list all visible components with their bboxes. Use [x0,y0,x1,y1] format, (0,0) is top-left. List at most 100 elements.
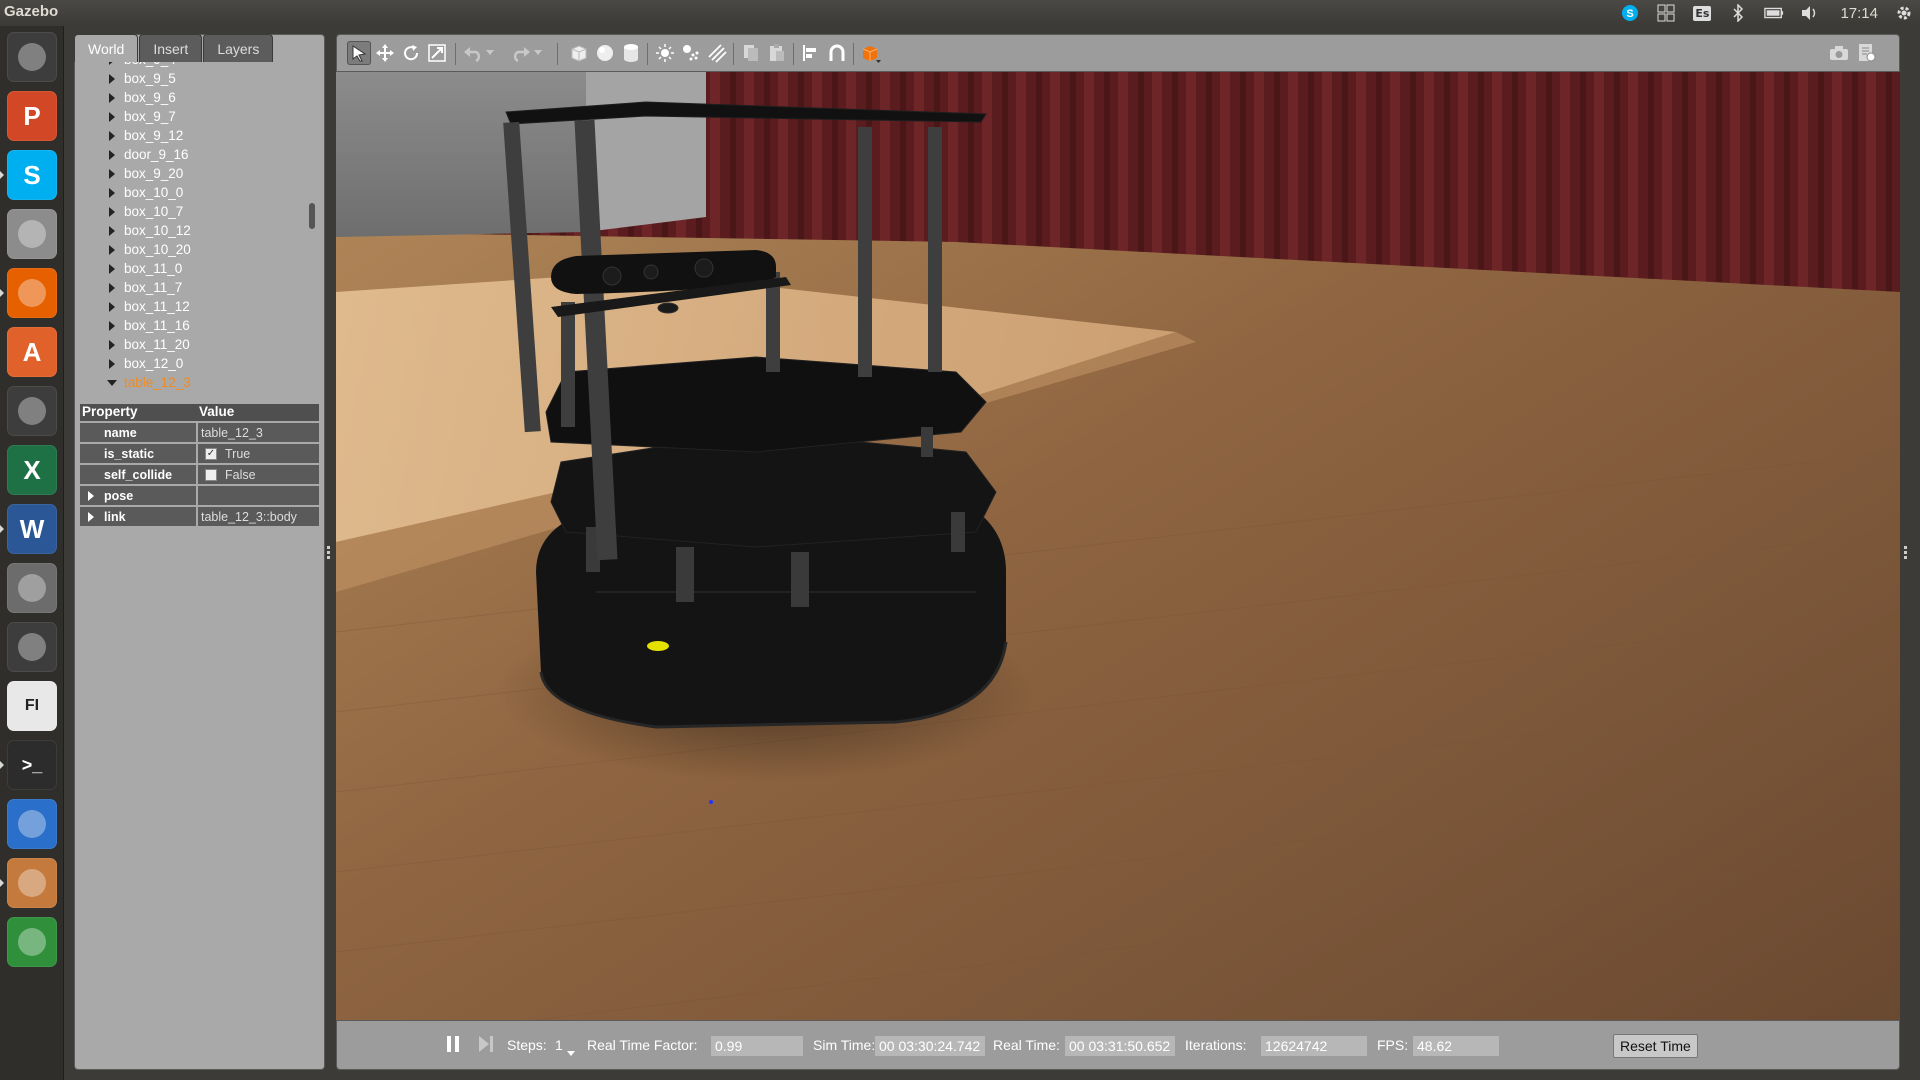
battery-icon[interactable] [1764,3,1784,23]
step-icon[interactable] [477,1034,495,1057]
cylinder-shape-icon[interactable] [619,41,643,65]
expand-arrow-open-icon[interactable] [107,379,117,386]
launcher-excel-icon[interactable]: X [7,445,57,495]
property-row-name[interactable]: name table_12_3 [80,423,319,442]
steps-value[interactable]: 1 [555,1037,563,1053]
tree-item-box-10-0[interactable]: box_10_0 [80,183,310,202]
translate-mode-icon[interactable] [373,41,397,65]
tree-item-box-11-12[interactable]: box_11_12 [80,297,310,316]
tab-world[interactable]: World [74,34,139,62]
right-splitter-handle[interactable] [1904,546,1908,560]
expand-arrow-icon[interactable] [109,339,115,350]
expand-arrow-icon[interactable] [109,206,115,217]
launcher-skype-icon[interactable]: S [7,150,57,200]
expand-arrow-icon[interactable] [109,92,115,103]
volume-icon[interactable] [1800,3,1820,23]
expand-arrow-icon[interactable] [109,62,115,65]
property-row-is-static[interactable]: is_static ✓ True [80,444,319,463]
rotate-mode-icon[interactable] [399,41,423,65]
log-data-icon[interactable] [1855,41,1879,65]
spot-light-icon[interactable] [679,41,703,65]
tree-item-box-10-12[interactable]: box_10_12 [80,221,310,240]
launcher-ubuntu-dash-icon[interactable] [7,32,57,82]
property-row-pose[interactable]: pose [80,486,319,505]
pause-icon[interactable] [445,1034,461,1057]
align-icon[interactable] [799,41,823,65]
expand-arrow-icon[interactable] [109,282,115,293]
tree-item-box-10-7[interactable]: box_10_7 [80,202,310,221]
tree-item-box-11-16[interactable]: box_11_16 [80,316,310,335]
clock[interactable]: 17:14 [1840,5,1878,22]
tree-item-box-11-0[interactable]: box_11_0 [80,259,310,278]
tree-item-door-9-16[interactable]: door_9_16 [80,145,310,164]
expand-arrow-icon[interactable] [109,358,115,369]
launcher-system-settings-icon[interactable] [7,563,57,613]
paste-icon[interactable] [765,41,789,65]
launcher-file-editor-icon[interactable]: FI [7,681,57,731]
tree-item-box-9-20[interactable]: box_9_20 [80,164,310,183]
tree-scrollbar[interactable] [309,203,315,229]
tree-item-box-10-20[interactable]: box_10_20 [80,240,310,259]
left-splitter-handle[interactable] [327,546,331,560]
undo-icon[interactable] [461,41,485,65]
tree-item-box-11-20[interactable]: box_11_20 [80,335,310,354]
expand-arrow-icon[interactable] [109,263,115,274]
screenshot-camera-icon[interactable] [1827,41,1851,65]
expand-arrow-icon[interactable] [109,320,115,331]
copy-icon[interactable] [739,41,763,65]
launcher-virtualbox-icon[interactable] [7,858,57,908]
expand-arrow-icon[interactable] [109,73,115,84]
launcher-media-player-icon[interactable] [7,799,57,849]
tree-item-box-9-12[interactable]: box_9_12 [80,126,310,145]
property-row-link[interactable]: link table_12_3::body [80,507,319,526]
reset-time-button[interactable]: Reset Time [1613,1034,1698,1058]
launcher-spreadsheet-icon[interactable] [7,917,57,967]
tree-item-box-12-0[interactable]: box_12_0 [80,354,310,373]
tree-item-box-9-5[interactable]: box_9_5 [80,69,310,88]
expand-arrow-icon[interactable] [109,187,115,198]
is-static-checkbox[interactable]: ✓ [205,447,217,460]
tree-item-box-9-6[interactable]: box_9_6 [80,88,310,107]
tree-item-box-9-4[interactable]: box_9_4 [80,62,310,69]
skype-tray-icon[interactable]: S [1620,3,1640,23]
property-row-self-collide[interactable]: self_collide False [80,465,319,484]
view-angle-icon[interactable] [859,41,883,65]
launcher-powerpoint-icon[interactable]: P [7,91,57,141]
tab-insert[interactable]: Insert [139,34,203,62]
self-collide-checkbox[interactable] [205,468,217,481]
expand-arrow-icon[interactable] [109,301,115,312]
tab-layers[interactable]: Layers [203,34,274,62]
bluetooth-icon[interactable] [1728,3,1748,23]
scale-mode-icon[interactable] [425,41,449,65]
expand-arrow-icon[interactable] [109,168,115,179]
keyboard-layout-indicator[interactable]: Es [1692,3,1712,23]
launcher-software-center-icon[interactable]: A [7,327,57,377]
launcher-file-archive-icon[interactable] [7,209,57,259]
launcher-terminal-icon[interactable]: >_ [7,740,57,790]
expand-arrow-icon[interactable] [109,149,115,160]
launcher-word-icon[interactable]: W [7,504,57,554]
expand-arrow-icon[interactable] [109,225,115,236]
expand-arrow-icon[interactable] [109,111,115,122]
select-mode-icon[interactable] [347,41,371,65]
point-light-icon[interactable] [653,41,677,65]
directional-light-icon[interactable] [705,41,729,65]
tree-item-box-11-7[interactable]: box_11_7 [80,278,310,297]
launcher-windows-app-icon[interactable] [7,386,57,436]
tree-item-table-12-3[interactable]: table_12_3 [80,373,310,392]
undo-history-icon[interactable] [483,41,497,65]
tree-item-box-9-7[interactable]: box_9_7 [80,107,310,126]
expand-arrow-icon[interactable] [109,244,115,255]
launcher-firefox-icon[interactable] [7,268,57,318]
property-value[interactable]: table_12_3 [198,423,319,442]
snap-icon[interactable] [825,41,849,65]
box-shape-icon[interactable] [567,41,591,65]
sphere-shape-icon[interactable] [593,41,617,65]
3d-viewport[interactable] [336,72,1900,1020]
steps-dropdown-icon[interactable] [567,1043,575,1059]
workspace-switcher-icon[interactable] [1656,3,1676,23]
redo-icon[interactable] [509,41,533,65]
redo-history-icon[interactable] [531,41,545,65]
expand-arrow-icon[interactable] [109,130,115,141]
launcher-matlab-icon[interactable] [7,622,57,672]
